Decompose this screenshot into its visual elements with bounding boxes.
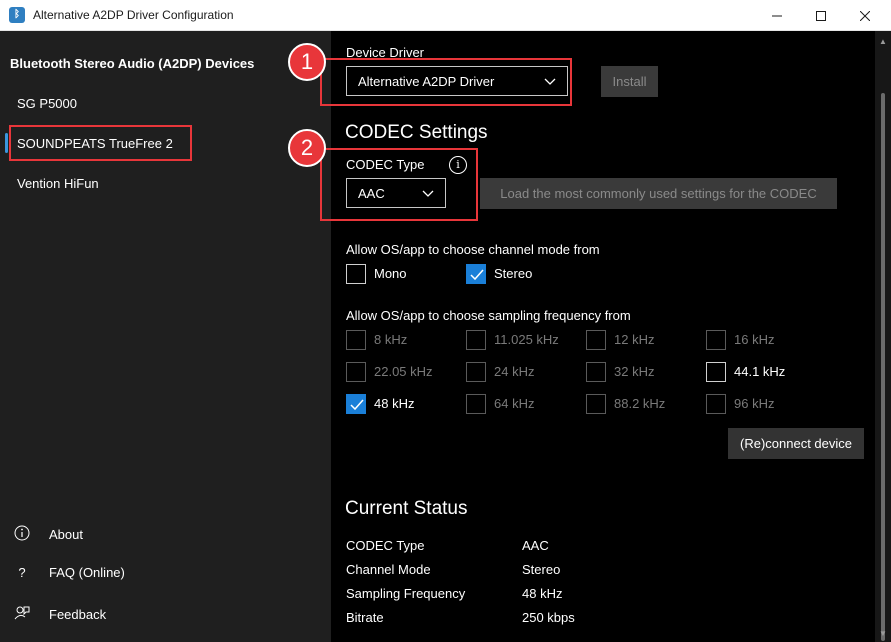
status-key-sampling: Sampling Frequency [346,586,466,601]
feedback-label: Feedback [49,607,107,622]
load-common-settings-button[interactable]: Load the most commonly used settings for… [480,178,837,209]
device-sidebar: Bluetooth Stereo Audio (A2DP) Devices SG… [0,31,331,642]
faq-nav-item[interactable]: ? FAQ (Online) [14,565,125,580]
freq-24khz-checkbox[interactable] [466,362,486,382]
vertical-scrollbar[interactable]: ▲ ▼ [875,31,891,642]
sampling-frequency-label: Allow OS/app to choose sampling frequenc… [346,308,631,323]
freq-22khz-checkbox[interactable] [346,362,366,382]
feedback-icon [14,605,30,624]
freq-88khz-label: 88.2 kHz [614,396,666,411]
device-item-sg-p5000[interactable]: SG P5000 [17,96,77,111]
freq-44khz-checkbox[interactable] [706,362,726,382]
freq-44khz-label: 44.1 kHz [734,364,786,379]
about-label: About [49,527,83,542]
title-bar: ᛒ Alternative A2DP Driver Configuration [0,0,891,31]
channel-mode-label: Allow OS/app to choose channel mode from [346,242,600,257]
status-key-codec: CODEC Type [346,538,425,553]
device-driver-dropdown[interactable]: Alternative A2DP Driver [346,66,568,96]
info-icon [14,525,30,544]
freq-32khz-checkbox[interactable] [586,362,606,382]
selected-indicator [5,133,8,153]
freq-88khz-checkbox[interactable] [586,394,606,414]
freq-12khz-label: 12 kHz [614,332,655,347]
maximize-icon [816,10,826,21]
scroll-down-icon[interactable]: ▼ [879,629,887,638]
check-icon [470,269,484,281]
sidebar-heading: Bluetooth Stereo Audio (A2DP) Devices [10,56,255,71]
current-status-heading: Current Status [345,498,468,519]
settings-panel: Device Driver Alternative A2DP Driver In… [288,31,875,642]
mono-checkbox[interactable] [346,264,366,284]
scroll-thumb[interactable] [881,93,885,641]
close-icon [860,10,870,21]
status-key-channel: Channel Mode [346,562,431,577]
mono-label: Mono [374,266,407,281]
freq-96khz-checkbox[interactable] [706,394,726,414]
freq-64khz-checkbox[interactable] [466,394,486,414]
freq-11khz-checkbox[interactable] [466,330,486,350]
freq-16khz-checkbox[interactable] [706,330,726,350]
codec-settings-heading: CODEC Settings [345,122,488,143]
device-item-vention[interactable]: Vention HiFun [17,176,99,191]
freq-48khz-label: 48 kHz [374,396,415,411]
minimize-button[interactable] [755,0,799,31]
info-icon[interactable]: i [449,156,467,174]
maximize-button[interactable] [799,0,843,31]
device-driver-value: Alternative A2DP Driver [358,73,495,89]
status-value-sampling: 48 kHz [522,586,563,601]
status-value-channel: Stereo [522,562,561,577]
stereo-checkbox[interactable] [466,264,486,284]
freq-64khz-label: 64 kHz [494,396,535,411]
freq-8khz-checkbox[interactable] [346,330,366,350]
about-nav-item[interactable]: About [14,525,83,544]
annotation-badge-1: 1 [288,43,326,81]
annotation-badge-2: 2 [288,129,326,167]
install-button[interactable]: Install [601,66,658,97]
freq-48khz-checkbox[interactable] [346,394,366,414]
freq-16khz-label: 16 kHz [734,332,775,347]
freq-12khz-checkbox[interactable] [586,330,606,350]
codec-type-dropdown[interactable]: AAC [346,178,446,208]
freq-96khz-label: 96 kHz [734,396,775,411]
bluetooth-app-icon: ᛒ [9,7,25,23]
reconnect-device-button[interactable]: (Re)connect device [728,428,864,459]
check-icon [350,399,364,411]
status-value-bitrate: 250 kbps [522,610,575,625]
freq-24khz-label: 24 kHz [494,364,535,379]
freq-8khz-label: 8 kHz [374,332,408,347]
window-title: Alternative A2DP Driver Configuration [33,8,234,22]
freq-11khz-label: 11.025 kHz [494,332,559,347]
feedback-nav-item[interactable]: Feedback [14,605,106,624]
stereo-label: Stereo [494,266,533,281]
minimize-icon [772,15,782,16]
status-value-codec: AAC [522,538,549,553]
device-item-soundpeats[interactable]: SOUNDPEATS TrueFree 2 [17,136,173,151]
freq-32khz-label: 32 kHz [614,364,655,379]
chevron-down-icon [544,78,556,85]
scroll-up-icon[interactable]: ▲ [879,37,887,46]
codec-type-value: AAC [358,185,385,201]
faq-label: FAQ (Online) [49,565,125,580]
codec-type-label: CODEC Type [346,157,425,172]
freq-22khz-label: 22.05 kHz [374,364,433,379]
question-icon: ? [18,565,26,580]
status-key-bitrate: Bitrate [346,610,384,625]
close-button[interactable] [843,0,887,31]
chevron-down-icon [422,190,434,197]
